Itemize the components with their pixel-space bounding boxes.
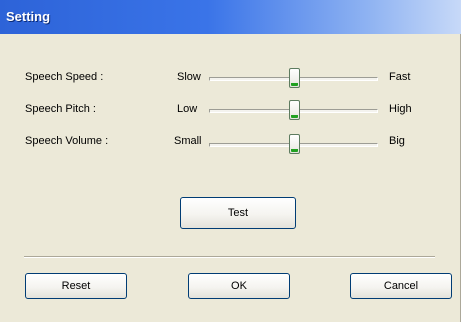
ok-button[interactable]: OK [188, 273, 290, 299]
cancel-button[interactable]: Cancel [350, 273, 452, 299]
window-title: Setting [6, 9, 51, 24]
test-button[interactable]: Test [180, 197, 296, 229]
speech-pitch-label: Speech Pitch : [25, 103, 96, 115]
speech-speed-max-label: Fast [389, 71, 411, 83]
speech-volume-label: Speech Volume : [25, 135, 109, 147]
reset-button[interactable]: Reset [25, 273, 127, 299]
speech-volume-thumb[interactable] [288, 134, 300, 154]
speech-pitch-max-label: High [389, 103, 412, 115]
setting-dialog: Setting Speech Speed : Slow Fast Speech … [0, 0, 461, 322]
speech-volume-slider[interactable] [209, 134, 378, 154]
speech-pitch-thumb[interactable] [288, 100, 300, 120]
speech-speed-thumb[interactable] [288, 68, 300, 88]
speech-speed-label: Speech Speed : [25, 71, 104, 83]
divider [24, 256, 435, 258]
speech-volume-max-label: Big [389, 135, 405, 147]
title-bar[interactable]: Setting [0, 0, 461, 34]
speech-speed-min-label: Slow [177, 71, 201, 83]
speech-volume-min-label: Small [174, 135, 202, 147]
speech-speed-slider[interactable] [209, 68, 378, 88]
speech-pitch-slider[interactable] [209, 100, 378, 120]
speech-pitch-min-label: Low [177, 103, 198, 115]
